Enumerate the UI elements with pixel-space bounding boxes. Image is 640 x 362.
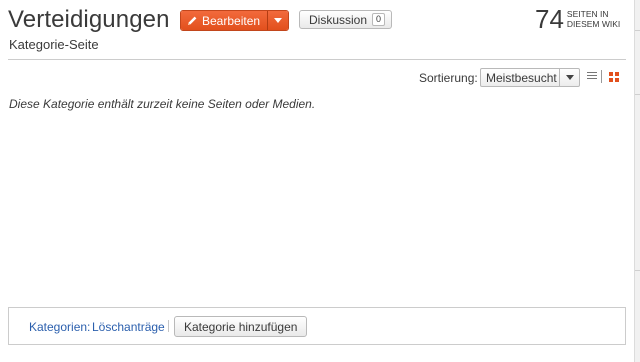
categories-box: Kategorien: Löschanträge Kategorie hinzu…	[8, 307, 626, 345]
category-separator	[168, 320, 169, 332]
add-category-button[interactable]: Kategorie hinzufügen	[174, 316, 308, 337]
edit-button-label: Bearbeiten	[202, 13, 261, 28]
discussion-count-badge: 0	[372, 13, 386, 26]
rail-divider	[635, 94, 640, 95]
header-divider	[8, 59, 626, 60]
list-view-icon[interactable]	[587, 72, 597, 81]
rail-divider	[635, 270, 640, 271]
empty-category-message: Diese Kategorie enthält zurzeit keine Se…	[9, 97, 316, 111]
edit-dropdown-toggle[interactable]	[267, 11, 289, 30]
categories-label: Kategorien:	[29, 320, 91, 334]
pencil-icon	[188, 16, 197, 25]
sort-selected-value: Meistbesucht	[486, 70, 557, 85]
right-rail-edge	[634, 0, 640, 362]
grid-view-icon[interactable]	[609, 72, 619, 82]
wiki-page-count-label: Seiten in diesem Wiki	[566, 9, 621, 29]
chevron-down-icon	[565, 75, 574, 80]
chevron-down-icon	[274, 18, 283, 23]
edit-button[interactable]: Bearbeiten	[181, 11, 268, 30]
page-subtitle: Kategorie-Seite	[9, 37, 99, 52]
sort-label: Sortierung:	[419, 71, 478, 85]
discussion-button-label: Diskussion	[309, 12, 368, 27]
wiki-page-count: 74	[535, 4, 564, 34]
page-title: Verteidigungen	[8, 6, 170, 33]
view-toggle-divider	[601, 70, 602, 83]
edit-button-group: Bearbeiten	[180, 10, 290, 31]
category-link[interactable]: Löschanträge	[92, 320, 165, 334]
rail-divider	[635, 30, 640, 31]
discussion-button[interactable]: Diskussion 0	[299, 10, 393, 29]
sort-select[interactable]: Meistbesucht	[480, 68, 580, 87]
wiki-page-counter[interactable]: 74 Seiten in diesem Wiki	[535, 5, 633, 33]
sort-dropdown-arrow	[559, 69, 579, 86]
